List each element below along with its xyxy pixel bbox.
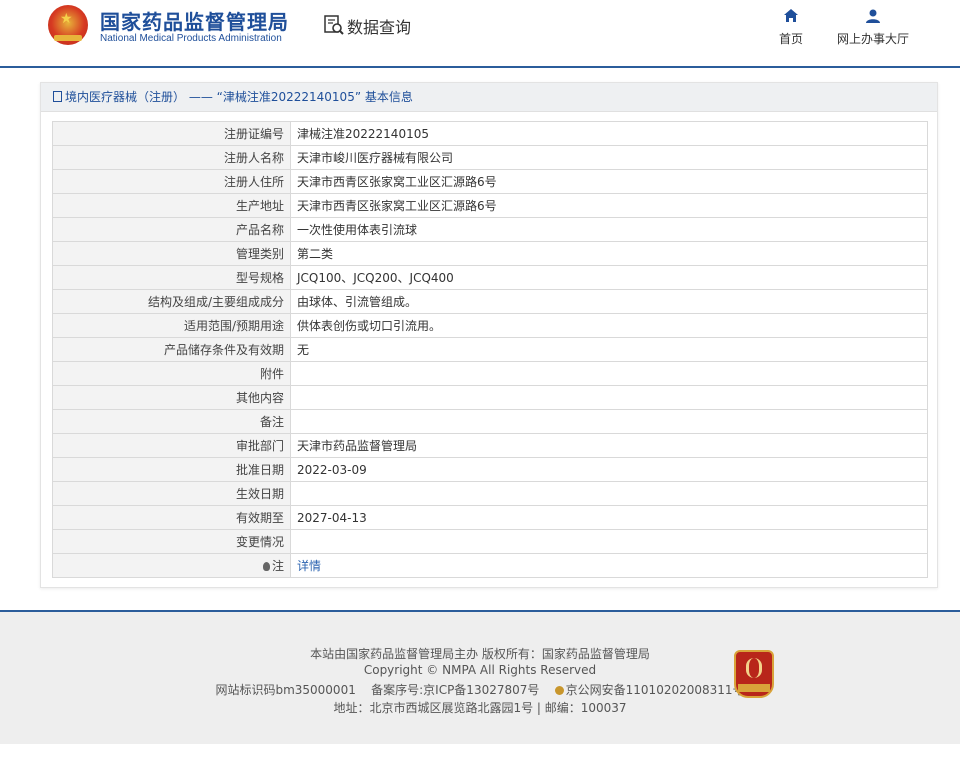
table-row: 产品储存条件及有效期无	[52, 337, 928, 362]
table-row: 变更情况	[52, 529, 928, 554]
field-label: 产品储存条件及有效期	[52, 337, 291, 362]
table-row: 生效日期	[52, 481, 928, 506]
field-label: 注册人住所	[52, 169, 291, 194]
table-row: 有效期至 2027-04-13	[52, 505, 928, 530]
note-label-cell: 注	[52, 553, 291, 578]
field-value: JCQ100、JCQ200、JCQ400	[290, 265, 928, 290]
field-label: 产品名称	[52, 217, 291, 242]
field-label: 注册证编号	[52, 121, 291, 146]
field-label: 生产地址	[52, 193, 291, 218]
field-value: 无	[290, 337, 928, 362]
home-icon	[784, 9, 798, 22]
nav-home-label: 首页	[778, 32, 803, 46]
field-label: 备注	[52, 409, 291, 434]
data-query-icon	[324, 15, 344, 35]
field-label: 批准日期	[52, 457, 291, 482]
brand-name-cn[interactable]: 国家药品监督管理局	[100, 6, 289, 35]
page-title: 数据查询	[347, 18, 412, 37]
table-row: 批准日期 2022-03-09	[52, 457, 928, 482]
site-header: ★ 国家药品监督管理局 National Medical Products Ad…	[0, 0, 960, 68]
field-label: 变更情况	[52, 529, 291, 554]
footer-copyright: Copyright © NMPA All Rights Reserved	[363, 663, 597, 677]
device-info-card: 境内医疗器械（注册） —— “津械注准20222140105” 基本信息 注册证…	[40, 82, 938, 588]
field-label: 管理类别	[52, 241, 291, 266]
table-row-note: 注详情	[52, 553, 928, 578]
table-row: 其他内容	[52, 385, 928, 410]
field-value: 天津市西青区张家窝工业区汇源路6号	[290, 193, 928, 218]
footer-police-link[interactable]: 京公网安备11010202008311号	[566, 683, 745, 697]
field-value: 一次性使用体表引流球	[290, 217, 928, 242]
nav-online-service-hall[interactable]: 网上办事大厅	[832, 8, 914, 47]
gov-site-seal-icon[interactable]	[734, 650, 774, 698]
nav-home[interactable]: 首页	[772, 8, 810, 47]
nav-hall-label: 网上办事大厅	[836, 32, 909, 46]
footer-icp-link[interactable]: 备案序号:京ICP备13027807号	[371, 683, 539, 697]
footer-registration: 网站标识码bm35000001 备案序号:京ICP备13027807号 京公网安…	[0, 681, 960, 698]
lightbulb-icon	[262, 562, 270, 571]
footer-address: 地址：北京市西城区展览路北露园1号 | 邮编：100037	[333, 701, 627, 715]
field-value: 津械注准20222140105	[290, 121, 928, 146]
table-row: 管理类别 第二类	[52, 241, 928, 266]
card-title: 境内医疗器械（注册） —— “津械注准20222140105” 基本信息	[65, 90, 413, 104]
national-emblem-logo: ★	[48, 5, 88, 45]
table-row: 注册人住所 天津市西青区张家窝工业区汇源路6号	[52, 169, 928, 194]
footer-site-id: 网站标识码bm35000001	[215, 683, 356, 697]
field-label: 其他内容	[52, 385, 291, 410]
info-table: 注册证编号 津械注准20222140105 注册人名称 天津市峻川医疗器械有限公司 注册…	[52, 121, 928, 578]
note-label: 注	[271, 559, 284, 573]
field-label: 审批部门	[52, 433, 291, 458]
field-value: 2027-04-13	[290, 505, 928, 530]
brand-name-en[interactable]: National Medical Products Administration	[100, 33, 282, 44]
table-row: 备注	[52, 409, 928, 434]
field-value: 第二类	[290, 241, 928, 266]
table-row: 生产地址 天津市西青区张家窝工业区汇源路6号	[52, 193, 928, 218]
field-value: 天津市药品监督管理局	[290, 433, 928, 458]
user-icon	[866, 9, 880, 23]
site-footer: 本站由国家药品监督管理局主办 版权所有：国家药品监督管理局 Copyright …	[0, 610, 960, 744]
table-row: 注册证编号 津械注准20222140105	[52, 121, 928, 146]
field-label: 注册人名称	[52, 145, 291, 170]
police-badge-icon	[554, 686, 564, 695]
details-link[interactable]: 详情	[297, 559, 321, 573]
table-row: 注册人名称 天津市峻川医疗器械有限公司	[52, 145, 928, 170]
field-value: 由球体、引流管组成。	[290, 289, 928, 314]
field-label: 生效日期	[52, 481, 291, 506]
field-value: 2022-03-09	[290, 457, 928, 482]
field-label: 结构及组成/主要组成成分	[52, 289, 291, 314]
footer-sponsor: 本站由国家药品监督管理局主办 版权所有：国家药品监督管理局	[310, 647, 650, 661]
card-header: 境内医疗器械（注册） —— “津械注准20222140105” 基本信息	[41, 83, 937, 112]
table-row: 型号规格 JCQ100、JCQ200、JCQ400	[52, 265, 928, 290]
table-row: 附件	[52, 361, 928, 386]
field-value	[290, 529, 928, 554]
table-row: 审批部门 天津市药品监督管理局	[52, 433, 928, 458]
field-label: 适用范围/预期用途	[52, 313, 291, 338]
field-value	[290, 361, 928, 386]
document-icon	[53, 91, 62, 102]
table-row: 产品名称 一次性使用体表引流球	[52, 217, 928, 242]
field-value	[290, 481, 928, 506]
field-label: 有效期至	[52, 505, 291, 530]
field-label: 型号规格	[52, 265, 291, 290]
table-row: 结构及组成/主要组成成分 由球体、引流管组成。	[52, 289, 928, 314]
field-value: 天津市峻川医疗器械有限公司	[290, 145, 928, 170]
field-value: 天津市西青区张家窝工业区汇源路6号	[290, 169, 928, 194]
table-row: 适用范围/预期用途 供体表创伤或切口引流用。	[52, 313, 928, 338]
field-value: 供体表创伤或切口引流用。	[290, 313, 928, 338]
field-value	[290, 409, 928, 434]
field-label: 附件	[52, 361, 291, 386]
note-value-cell: 详情	[290, 553, 928, 578]
field-value	[290, 385, 928, 410]
